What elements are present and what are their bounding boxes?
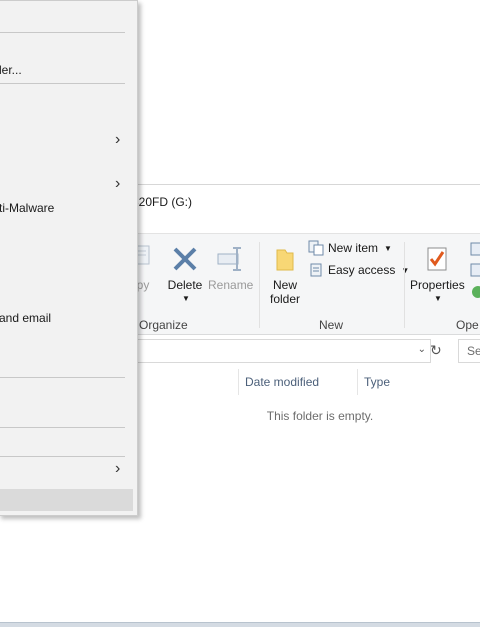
delete-label: Delete xyxy=(167,278,203,292)
easy-access-icon xyxy=(310,263,322,277)
submenu-arrow-icon[interactable]: › xyxy=(115,131,120,149)
new-folder-label-line1: New xyxy=(272,278,297,292)
new-group-label: New xyxy=(319,318,344,332)
chevron-down-icon[interactable]: ⌄ xyxy=(418,344,426,355)
column-type[interactable]: Type xyxy=(357,369,476,395)
open-icon[interactable] xyxy=(470,242,480,302)
ribbon-separator xyxy=(259,242,260,328)
menu-item-highlighted[interactable] xyxy=(0,489,133,511)
new-folder-button[interactable]: New folder xyxy=(266,244,304,306)
column-date-modified[interactable]: Date modified xyxy=(238,369,357,395)
properties-checklist-icon xyxy=(427,247,447,271)
open-group-label: Ope xyxy=(456,318,479,332)
folder-icon xyxy=(276,249,294,271)
menu-item-anti-malware-label: ti-Malware xyxy=(0,201,55,215)
menu-item-email[interactable]: and email xyxy=(0,311,51,325)
menu-separator xyxy=(0,32,125,33)
column-date-modified-label: Date modified xyxy=(245,375,320,389)
search-input[interactable]: Se xyxy=(458,339,480,363)
menu-item-anti-malware[interactable]: ti-Malware xyxy=(0,201,54,215)
new-item-caret: ▼ xyxy=(384,243,392,253)
refresh-icon[interactable]: ↻ xyxy=(430,342,442,359)
rename-button[interactable]: Rename xyxy=(208,244,254,292)
status-bar-edge xyxy=(0,622,480,627)
properties-button[interactable]: Properties ▼ xyxy=(410,244,465,306)
menu-separator xyxy=(0,456,125,457)
menu-separator xyxy=(0,377,125,378)
window-title: 320FD (G:) xyxy=(132,195,193,209)
copy-label: py xyxy=(136,278,150,292)
rename-label: Rename xyxy=(208,278,254,292)
context-menu: ler... › › ti-Malware and email › xyxy=(0,0,138,516)
properties-dropdown-caret[interactable]: ▼ xyxy=(412,292,464,306)
menu-item-email-label: and email xyxy=(0,311,52,325)
menu-separator xyxy=(0,427,125,428)
easy-access-label: Easy access xyxy=(328,263,396,277)
ribbon-separator xyxy=(404,242,405,328)
new-item-label: New item xyxy=(328,241,379,255)
submenu-arrow-icon[interactable]: › xyxy=(115,460,120,478)
easy-access-caret: ▼ xyxy=(401,265,410,275)
column-type-label: Type xyxy=(364,375,391,389)
easy-access-button[interactable]: Easy access ▼ xyxy=(308,262,409,278)
rename-icon xyxy=(217,247,241,271)
new-item-icon xyxy=(308,240,324,256)
organize-group-label: Organize xyxy=(139,318,188,332)
menu-item-folder-label: ler... xyxy=(0,63,22,77)
new-folder-label-line2: folder xyxy=(269,292,301,306)
submenu-arrow-icon[interactable]: › xyxy=(115,175,120,193)
properties-label: Properties xyxy=(410,278,465,292)
new-item-button[interactable]: New item ▼ xyxy=(308,240,392,256)
delete-button[interactable]: Delete ▼ xyxy=(166,244,204,306)
menu-item-folder[interactable]: ler... xyxy=(0,63,22,77)
delete-dropdown-caret[interactable]: ▼ xyxy=(168,292,204,306)
menu-separator xyxy=(0,83,125,84)
delete-x-icon xyxy=(173,247,197,271)
